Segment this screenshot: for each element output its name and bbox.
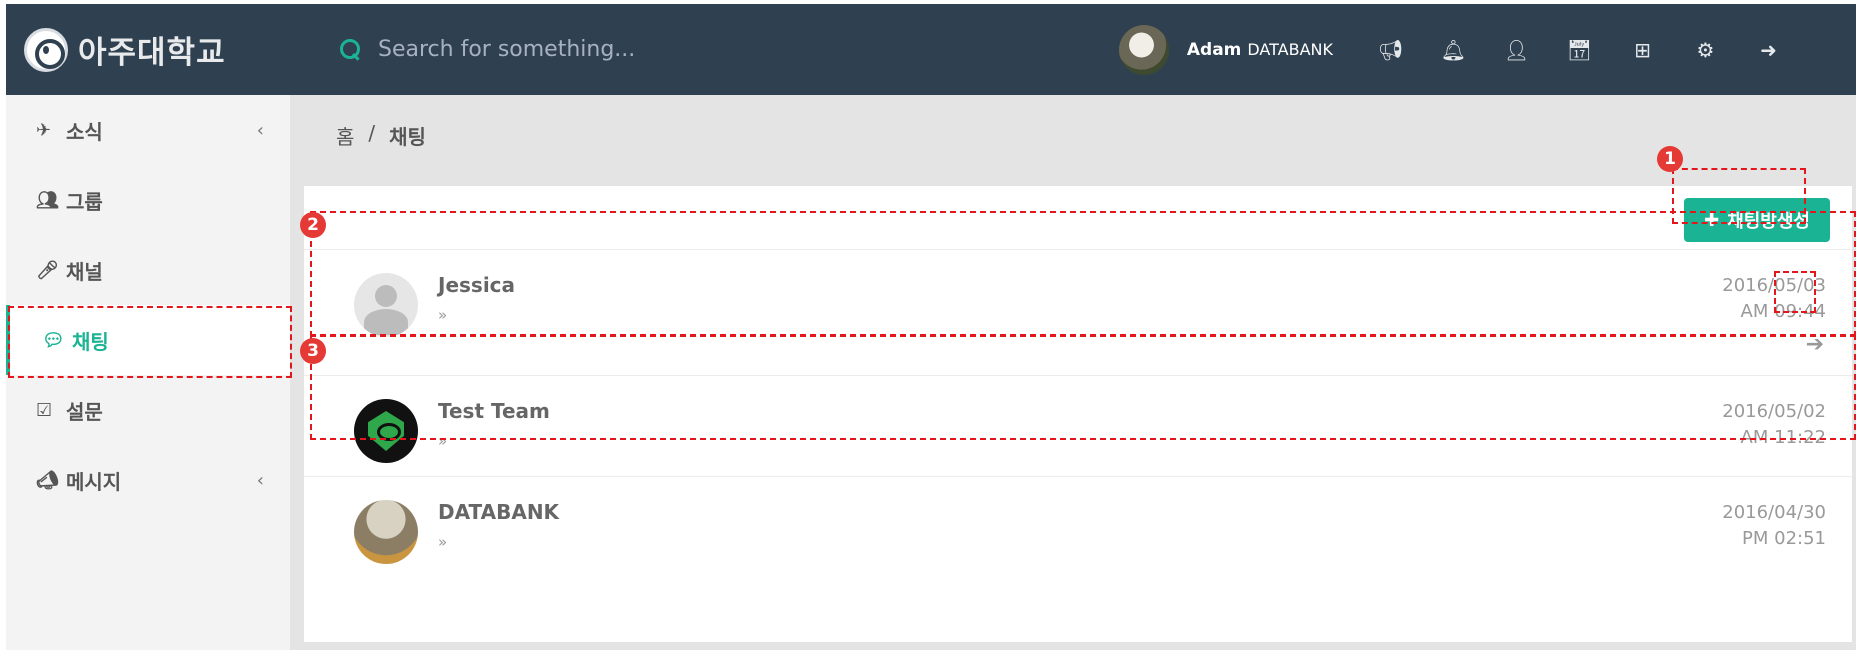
user-name: Adam [1186, 39, 1242, 60]
search-icon [340, 38, 362, 61]
megaphone-icon[interactable]: 📢︎ [1359, 30, 1422, 70]
sidebar-item-label: 소식 [66, 119, 103, 144]
users-icon: 👥︎ [36, 189, 59, 211]
search-input[interactable] [378, 37, 978, 62]
sidebar-item-label: 그룹 [66, 189, 103, 214]
annotation-box-row-2 [310, 334, 1856, 440]
app-window: 아주대학교 Adam DATABANK 📢︎ 🔔︎ 👤︎ 📅︎ ⊞ ⚙ ➜ ✈ … [6, 4, 1856, 650]
annotation-box-row-1 [310, 211, 1856, 337]
chevron-left-icon: ‹ [256, 119, 264, 141]
university-seal-icon [24, 27, 68, 72]
sidebar-item-news[interactable]: ✈ 소식 ‹ [6, 95, 290, 165]
sidebar-item-label: 채널 [66, 259, 103, 284]
breadcrumb-current: 채팅 [389, 125, 426, 149]
sidebar-item-label: 메시지 [66, 469, 122, 494]
breadcrumb-separator: / [368, 121, 376, 145]
paper-plane-icon: ✈ [36, 119, 52, 141]
chat-room-name: DATABANK [438, 500, 560, 524]
sidebar-item-channels[interactable]: 🎤︎ 채널 [6, 235, 290, 305]
chat-room-date: 2016/04/30 [1722, 502, 1826, 523]
sidebar-item-groups[interactable]: 👥︎ 그룹 [6, 165, 290, 235]
sign-out-icon[interactable]: ➜ [1737, 30, 1800, 70]
annotation-badge-2: 2 [300, 212, 326, 238]
top-navbar: 아주대학교 Adam DATABANK 📢︎ 🔔︎ 👤︎ 📅︎ ⊞ ⚙ ➜ [6, 4, 1856, 95]
gears-icon[interactable]: ⚙ [1674, 30, 1737, 70]
bullhorn-icon: 📣︎ [36, 469, 59, 491]
chat-room-timestamp: 2016/04/30 PM 02:51 [1722, 500, 1826, 552]
chat-room-time: PM 02:51 [1742, 528, 1826, 549]
user-icon[interactable]: 👤︎ [1485, 30, 1548, 70]
microphone-icon: 🎤︎ [36, 259, 59, 281]
grid-icon[interactable]: ⊞ [1611, 30, 1674, 70]
annotation-badge-3: 3 [300, 338, 326, 364]
toolbar-icons: 📢︎ 🔔︎ 👤︎ 📅︎ ⊞ ⚙ ➜ [1359, 30, 1800, 70]
sidebar-item-messages[interactable]: 📣︎ 메시지 ‹ [6, 445, 290, 515]
chevron-left-icon: ‹ [256, 469, 264, 491]
user-avatar [1118, 24, 1169, 75]
logo[interactable]: 아주대학교 [6, 27, 340, 72]
user-profile[interactable]: Adam DATABANK [1118, 24, 1333, 75]
annotation-badge-1: 1 [1657, 146, 1683, 172]
logo-text: 아주대학교 [78, 35, 226, 71]
breadcrumb-home[interactable]: 홈 [336, 121, 354, 150]
sidebar-item-survey[interactable]: ☑ 설문 [6, 375, 290, 445]
user-org: DATABANK [1247, 40, 1333, 59]
calendar-icon[interactable]: 📅︎ [1548, 30, 1611, 70]
bell-icon[interactable]: 🔔︎ [1422, 30, 1485, 70]
check-square-icon: ☑ [36, 399, 53, 421]
group-photo-avatar [354, 500, 418, 564]
search-bar [340, 37, 1119, 62]
annotation-box-enter-icon [1774, 271, 1816, 313]
chat-room-row[interactable]: DATABANK » 2016/04/30 PM 02:51 [304, 476, 1852, 598]
sidebar-item-label: 설문 [66, 399, 103, 424]
chat-room-last-message: » [438, 533, 448, 551]
annotation-box-sidebar-chat [8, 306, 292, 378]
breadcrumb: 홈 / 채팅 [336, 121, 426, 150]
